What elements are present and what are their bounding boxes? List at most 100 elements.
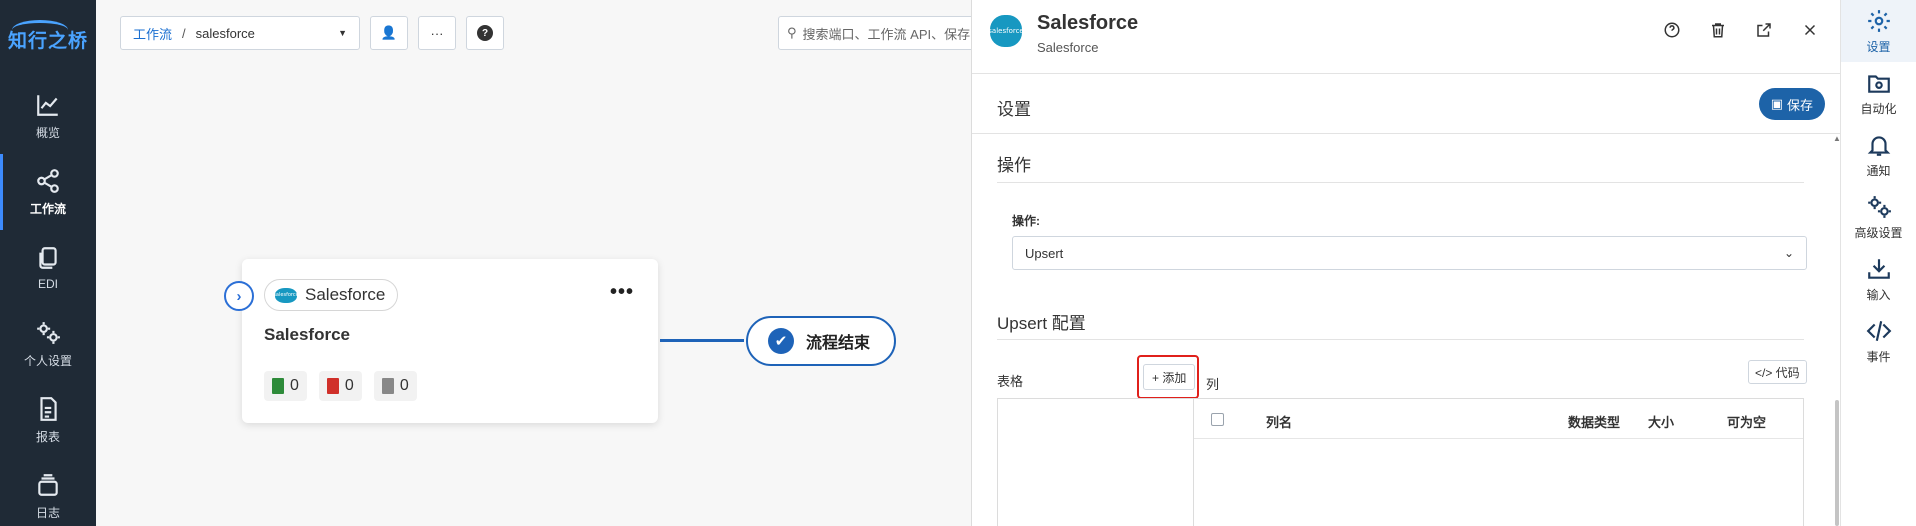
table-label: 表格 — [997, 374, 1024, 389]
help-button[interactable] — [1662, 20, 1682, 40]
column-header-size: 大小 — [1648, 415, 1675, 430]
search-input[interactable]: ⚲ 搜索端口、工作流 API、保存 — [778, 16, 978, 50]
stat-count: 0 — [290, 377, 299, 394]
nav-label: 工作流 — [29, 201, 66, 216]
chevron-right-icon: › — [236, 287, 242, 305]
tab-label: 通知 — [1866, 163, 1891, 178]
stat-count: 0 — [344, 377, 354, 394]
folder-gear-icon — [1867, 74, 1890, 93]
operation-value: Upsert — [1025, 245, 1064, 261]
log-stack-icon — [38, 473, 58, 496]
panel-header: salesforce Salesforce Salesforce — [972, 0, 1840, 74]
nav-label: 报表 — [35, 429, 60, 444]
flow-connector — [660, 339, 744, 342]
caret-down-icon: ▼ — [338, 28, 347, 38]
add-label: + 添加 — [1152, 370, 1187, 385]
close-button[interactable] — [1800, 20, 1820, 40]
upsert-section-title: Upsert 配置 — [997, 314, 1086, 333]
stat-count: 0 — [399, 377, 409, 394]
panel-tab-nav: 设置 自动化 通知 高级设置 输入 事件 — [1840, 0, 1916, 526]
divider — [997, 339, 1804, 340]
external-link-icon — [1757, 23, 1771, 37]
search-placeholder: 搜索端口、工作流 API、保存 — [802, 26, 971, 42]
workflow-canvas[interactable]: 工作流 / salesforce ▼ 👤 ··· ? ⚲ 搜索端口、工作流 AP… — [96, 0, 978, 526]
trash-icon — [1712, 23, 1724, 38]
stat-success[interactable]: 0 — [264, 371, 307, 401]
nav-item-edi[interactable]: EDI — [0, 230, 96, 306]
nav-item-personal-settings[interactable]: 个人设置 — [0, 306, 96, 382]
ellipsis-icon: ··· — [430, 25, 444, 41]
bell-icon — [1867, 135, 1890, 156]
table-list[interactable] — [997, 398, 1193, 526]
nav-label: 概览 — [35, 125, 60, 140]
divider — [997, 182, 1804, 183]
end-node[interactable]: ✔ 流程结束 — [746, 316, 896, 366]
code-button[interactable]: </> 代码 — [1748, 360, 1807, 384]
file-check-icon — [272, 378, 284, 394]
save-button[interactable]: ▣ 保存 — [1758, 88, 1825, 120]
help-button[interactable]: ? — [466, 16, 504, 50]
column-header-nullable: 可为空 — [1727, 415, 1767, 430]
tab-label: 设置 — [1866, 39, 1891, 54]
tab-events[interactable]: 事件 — [1841, 310, 1916, 372]
table-header: 列名 数据类型 大小 可为空 — [1194, 399, 1803, 439]
gears-icon — [1867, 195, 1891, 218]
scrollbar[interactable] — [1835, 400, 1839, 526]
breadcrumb-root-link[interactable]: 工作流 — [133, 24, 172, 43]
inbox-download-icon — [1867, 258, 1890, 279]
user-button[interactable]: 👤 — [370, 16, 408, 50]
add-table-button[interactable]: + 添加 — [1143, 364, 1196, 390]
tab-label: 高级设置 — [1854, 225, 1903, 240]
panel-actions — [1662, 20, 1820, 40]
logo-arc — [12, 20, 68, 40]
chip-label: Salesforce — [305, 285, 386, 304]
panel-subtitle: Salesforce — [1037, 40, 1099, 55]
tab-notifications[interactable]: 通知 — [1841, 124, 1916, 186]
code-icon — [1866, 320, 1891, 341]
breadcrumb-separator: / — [182, 25, 186, 41]
tab-settings[interactable]: 设置 — [1841, 0, 1916, 62]
left-sidebar: 知行之桥 概览 工作流 EDI 个人设置 报表 日志 — [0, 0, 96, 526]
nav-item-workflow[interactable]: 工作流 — [0, 154, 96, 230]
columns-label: 列 — [1206, 377, 1220, 392]
report-icon — [40, 396, 57, 421]
column-header-type: 数据类型 — [1568, 415, 1621, 430]
node-title: Salesforce — [264, 325, 350, 344]
open-external-button[interactable] — [1754, 20, 1774, 40]
delete-button[interactable] — [1708, 20, 1728, 40]
file-icon — [381, 378, 394, 394]
save-label: 保存 — [1786, 97, 1813, 113]
salesforce-node[interactable]: › salesforce Salesforce ••• Salesforce 0… — [224, 259, 658, 423]
node-more-button[interactable]: ••• — [610, 281, 634, 304]
node-stats: 0 0 0 — [264, 371, 417, 401]
gears-icon — [37, 321, 60, 344]
operation-select[interactable]: Upsert ⌄ — [1012, 236, 1807, 270]
tab-label: 事件 — [1866, 349, 1891, 364]
select-all-checkbox[interactable] — [1211, 413, 1224, 426]
documents-icon — [39, 247, 57, 269]
nav-item-overview[interactable]: 概览 — [0, 78, 96, 154]
expand-node-button[interactable]: › — [224, 281, 254, 311]
file-error-icon — [326, 378, 339, 394]
nav-item-logs[interactable]: 日志 — [0, 458, 96, 526]
operation-label: 操作: — [1012, 214, 1040, 228]
columns-table: 列名 数据类型 大小 可为空 — [1193, 398, 1804, 526]
chevron-down-icon: ⌄ — [1783, 246, 1794, 260]
stat-error[interactable]: 0 — [318, 371, 362, 401]
tab-input[interactable]: 输入 — [1841, 248, 1916, 310]
stat-pending[interactable]: 0 — [373, 371, 417, 401]
operation-section-title: 操作 — [997, 156, 1031, 175]
app-logo[interactable]: 知行之桥 — [0, 0, 96, 78]
share-nodes-icon — [37, 168, 59, 193]
nav-label: 个人设置 — [23, 353, 72, 368]
help-circle-icon — [1664, 22, 1680, 38]
connector-settings-panel: salesforce Salesforce Salesforce 设置 ▣ 保存… — [971, 0, 1841, 526]
tab-label: 输入 — [1866, 287, 1891, 302]
tab-advanced-settings[interactable]: 高级设置 — [1841, 186, 1916, 248]
canvas-toolbar: 工作流 / salesforce ▼ 👤 ··· ? — [120, 16, 504, 50]
breadcrumb-select[interactable]: 工作流 / salesforce ▼ — [120, 16, 360, 50]
more-button[interactable]: ··· — [418, 16, 456, 50]
settings-bar: 设置 ▣ 保存 — [972, 74, 1840, 134]
nav-item-reports[interactable]: 报表 — [0, 382, 96, 458]
tab-automation[interactable]: 自动化 — [1841, 62, 1916, 124]
